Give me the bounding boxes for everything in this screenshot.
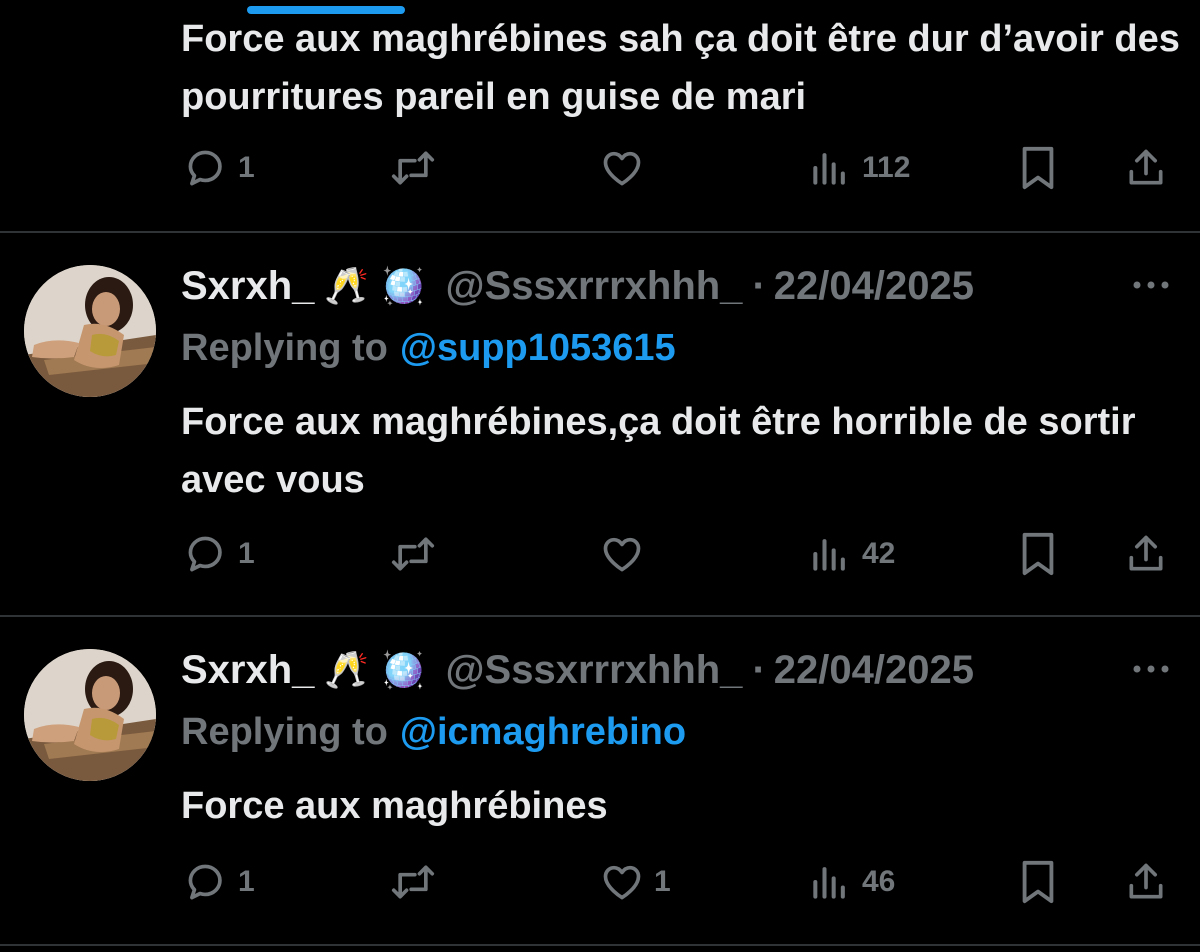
replying-to-label: Replying to bbox=[181, 711, 388, 753]
reply-icon bbox=[188, 864, 222, 900]
bookmark-button[interactable] bbox=[1018, 529, 1058, 579]
user-handle[interactable]: @Sssxrrrxhhh_ bbox=[446, 264, 743, 309]
views-icon bbox=[813, 867, 845, 899]
like-count: 1 bbox=[654, 865, 671, 898]
name-emoji: 🥂 🪩 bbox=[324, 266, 426, 307]
tweet-text: Force aux maghrébines sah ça doit être d… bbox=[181, 18, 1180, 118]
separator-dot: · bbox=[752, 263, 766, 308]
views-count: 46 bbox=[862, 865, 896, 898]
name-emoji: 🥂 🪩 bbox=[324, 650, 426, 691]
like-button[interactable]: 1 bbox=[600, 857, 671, 907]
user-handle[interactable]: @Sssxrrrxhhh_ bbox=[446, 648, 743, 693]
bookmark-icon bbox=[1022, 532, 1054, 576]
repost-button[interactable] bbox=[388, 529, 448, 579]
reply-button[interactable]: 1 bbox=[184, 529, 255, 579]
more-icon[interactable] bbox=[1128, 275, 1174, 295]
more-icon[interactable] bbox=[1128, 659, 1174, 679]
profile-photo-icon bbox=[24, 265, 156, 397]
tweet-3[interactable]: Sxrxh_ 🥂 🪩 @Sssxrrrxhhh_ · 22/04/2025 Re… bbox=[0, 617, 1200, 952]
views-icon bbox=[813, 539, 845, 571]
reply-count: 1 bbox=[238, 537, 255, 570]
reply-count: 1 bbox=[238, 865, 255, 898]
views-button[interactable]: 42 bbox=[808, 529, 895, 579]
reply-icon bbox=[188, 536, 222, 572]
replying-to-mention[interactable]: @icmaghrebino bbox=[400, 711, 686, 753]
tweet-actions: 1 1 46 bbox=[0, 857, 1200, 907]
views-button[interactable]: 112 bbox=[808, 143, 910, 193]
bookmark-button[interactable] bbox=[1018, 857, 1058, 907]
replying-to-mention[interactable]: @supp1053615 bbox=[400, 327, 676, 369]
views-count: 42 bbox=[862, 537, 896, 570]
share-button[interactable] bbox=[1124, 143, 1168, 193]
tweet-2[interactable]: Sxrxh_ 🥂 🪩 @Sssxrrrxhhh_ · 22/04/2025 Re… bbox=[0, 233, 1200, 615]
tweet-text: Force aux maghrébines,ça doit être horri… bbox=[181, 401, 1136, 501]
like-button[interactable] bbox=[600, 529, 654, 579]
tweet-date[interactable]: 22/04/2025 bbox=[774, 648, 974, 693]
repost-button[interactable] bbox=[388, 143, 448, 193]
reply-button[interactable]: 1 bbox=[184, 857, 255, 907]
replying-to: Replying to @supp1053615 bbox=[181, 327, 676, 370]
repost-icon bbox=[391, 537, 435, 571]
bookmark-button[interactable] bbox=[1018, 143, 1058, 193]
share-icon bbox=[1129, 863, 1163, 899]
avatar[interactable] bbox=[24, 649, 156, 781]
share-button[interactable] bbox=[1124, 857, 1168, 907]
display-name[interactable]: Sxrxh_ bbox=[181, 264, 314, 309]
share-icon bbox=[1129, 149, 1163, 185]
share-button[interactable] bbox=[1124, 529, 1168, 579]
tweet-actions: 1 42 bbox=[0, 529, 1200, 579]
replying-to-label: Replying to bbox=[181, 327, 388, 369]
repost-icon bbox=[391, 865, 435, 899]
bookmark-icon bbox=[1022, 146, 1054, 190]
tweet-divider bbox=[0, 944, 1200, 946]
tweet-1[interactable]: Force aux maghrébines sah ça doit être d… bbox=[0, 0, 1200, 232]
tweet-header: Sxrxh_ 🥂 🪩 @Sssxrrrxhhh_ · 22/04/2025 bbox=[181, 263, 974, 309]
profile-photo-icon bbox=[24, 649, 156, 781]
share-icon bbox=[1129, 535, 1163, 571]
separator-dot: · bbox=[752, 647, 766, 692]
like-icon bbox=[603, 537, 641, 572]
avatar[interactable] bbox=[24, 265, 156, 397]
tweet-actions: 1 112 bbox=[0, 143, 1200, 193]
views-count: 112 bbox=[862, 151, 911, 184]
tweet-date[interactable]: 22/04/2025 bbox=[774, 264, 974, 309]
views-button[interactable]: 46 bbox=[808, 857, 895, 907]
reply-button[interactable]: 1 bbox=[184, 143, 255, 193]
like-button[interactable] bbox=[600, 143, 654, 193]
reply-count: 1 bbox=[238, 151, 255, 184]
views-icon bbox=[813, 153, 845, 185]
repost-icon bbox=[391, 151, 435, 185]
like-icon bbox=[603, 865, 641, 900]
reply-icon bbox=[188, 150, 222, 186]
like-icon bbox=[603, 151, 641, 186]
repost-button[interactable] bbox=[388, 857, 448, 907]
tweet-text: Force aux maghrébines bbox=[181, 785, 608, 827]
bookmark-icon bbox=[1022, 860, 1054, 904]
tweet-header: Sxrxh_ 🥂 🪩 @Sssxrrrxhhh_ · 22/04/2025 bbox=[181, 647, 974, 693]
replying-to: Replying to @icmaghrebino bbox=[181, 711, 686, 754]
display-name[interactable]: Sxrxh_ bbox=[181, 648, 314, 693]
